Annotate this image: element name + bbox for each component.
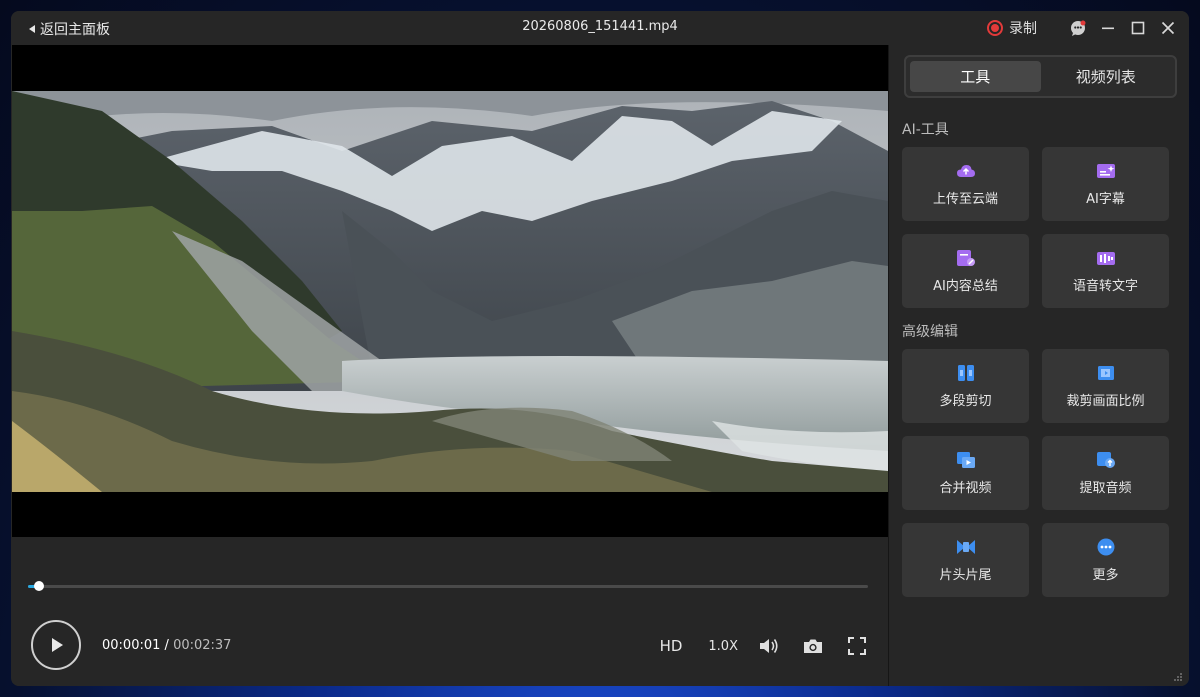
app-window: 返回主面板 20260806_151441.mp4 录制 00:00:01 / … [11, 11, 1189, 686]
record-button[interactable]: 录制 [987, 18, 1037, 38]
multi-cut-icon [956, 363, 976, 383]
resize-grip-icon[interactable] [1173, 672, 1183, 682]
crop-ratio-icon [1096, 363, 1116, 383]
speech-to-text-icon [1096, 248, 1116, 268]
player-controls: 00:00:01 / 00:02:37 HD 1.0X [12, 537, 888, 686]
tab-video-list[interactable]: 视频列表 [1041, 61, 1172, 92]
time-separator: / [164, 638, 169, 653]
more-icon [1096, 537, 1116, 557]
mountain-lake-scene [12, 91, 888, 492]
tile-label: 上传至云端 [932, 192, 998, 207]
speech-to-text-button[interactable]: 语音转文字 [1042, 234, 1169, 308]
fullscreen-icon[interactable] [846, 635, 868, 657]
tile-label: 片头片尾 [939, 568, 992, 583]
ai-subtitle-button[interactable]: AI字幕 [1042, 147, 1169, 221]
time-display: 00:00:01 / 00:02:37 [102, 638, 231, 653]
tile-label: 多段剪切 [939, 394, 992, 409]
merge-video-icon [956, 450, 976, 470]
upload-cloud-button[interactable]: 上传至云端 [902, 147, 1029, 221]
tools-sidebar: 工具 视频列表 AI-工具 上传至云端 AI字幕 AI内容总结 语音转文字 高级… [888, 45, 1189, 686]
feedback-icon[interactable] [1069, 19, 1087, 37]
volume-icon[interactable] [758, 635, 780, 657]
intro-outro-icon [956, 537, 976, 557]
close-icon[interactable] [1159, 19, 1177, 37]
ai-summary-button[interactable]: AI内容总结 [902, 234, 1029, 308]
title-bar: 返回主面板 20260806_151441.mp4 录制 [11, 11, 1189, 45]
ai-summary-icon [956, 248, 976, 268]
ai-section-title: AI-工具 [902, 122, 949, 138]
multi-cut-button[interactable]: 多段剪切 [902, 349, 1029, 423]
tile-label: 更多 [1092, 568, 1119, 583]
quality-button[interactable]: HD [660, 637, 683, 655]
total-time: 00:02:37 [173, 638, 232, 653]
play-icon [52, 638, 63, 652]
tab-tools[interactable]: 工具 [910, 61, 1041, 92]
tile-label: 提取音频 [1079, 481, 1132, 496]
intro-outro-button[interactable]: 片头片尾 [902, 523, 1029, 597]
current-time: 00:00:01 [102, 638, 161, 653]
cloud-upload-icon [956, 161, 976, 181]
play-button[interactable] [31, 620, 81, 670]
video-frame[interactable] [12, 91, 888, 492]
tile-label: 语音转文字 [1072, 279, 1138, 294]
progress-handle[interactable] [33, 581, 44, 591]
video-player[interactable] [12, 45, 888, 537]
record-label: 录制 [1009, 21, 1037, 37]
tile-label: AI内容总结 [933, 279, 998, 294]
extract-audio-icon [1096, 450, 1116, 470]
tile-label: 裁剪画面比例 [1066, 394, 1145, 409]
player-right-controls: HD 1.0X [660, 634, 868, 658]
ai-subtitle-icon [1096, 161, 1116, 181]
speed-button[interactable]: 1.0X [708, 639, 738, 654]
sidebar-tabs: 工具 视频列表 [904, 55, 1177, 98]
record-icon [987, 20, 1003, 36]
edit-section-title: 高级编辑 [902, 324, 958, 340]
tile-label: AI字幕 [1086, 192, 1125, 207]
more-button[interactable]: 更多 [1042, 523, 1169, 597]
maximize-icon[interactable] [1129, 19, 1147, 37]
window-controls: 录制 [987, 17, 1177, 39]
crop-ratio-button[interactable]: 裁剪画面比例 [1042, 349, 1169, 423]
merge-video-button[interactable]: 合并视频 [902, 436, 1029, 510]
minimize-icon[interactable] [1099, 19, 1117, 37]
tile-label: 合并视频 [939, 481, 992, 496]
screenshot-camera-icon[interactable] [802, 635, 824, 657]
progress-bar[interactable] [28, 581, 868, 591]
extract-audio-button[interactable]: 提取音频 [1042, 436, 1169, 510]
